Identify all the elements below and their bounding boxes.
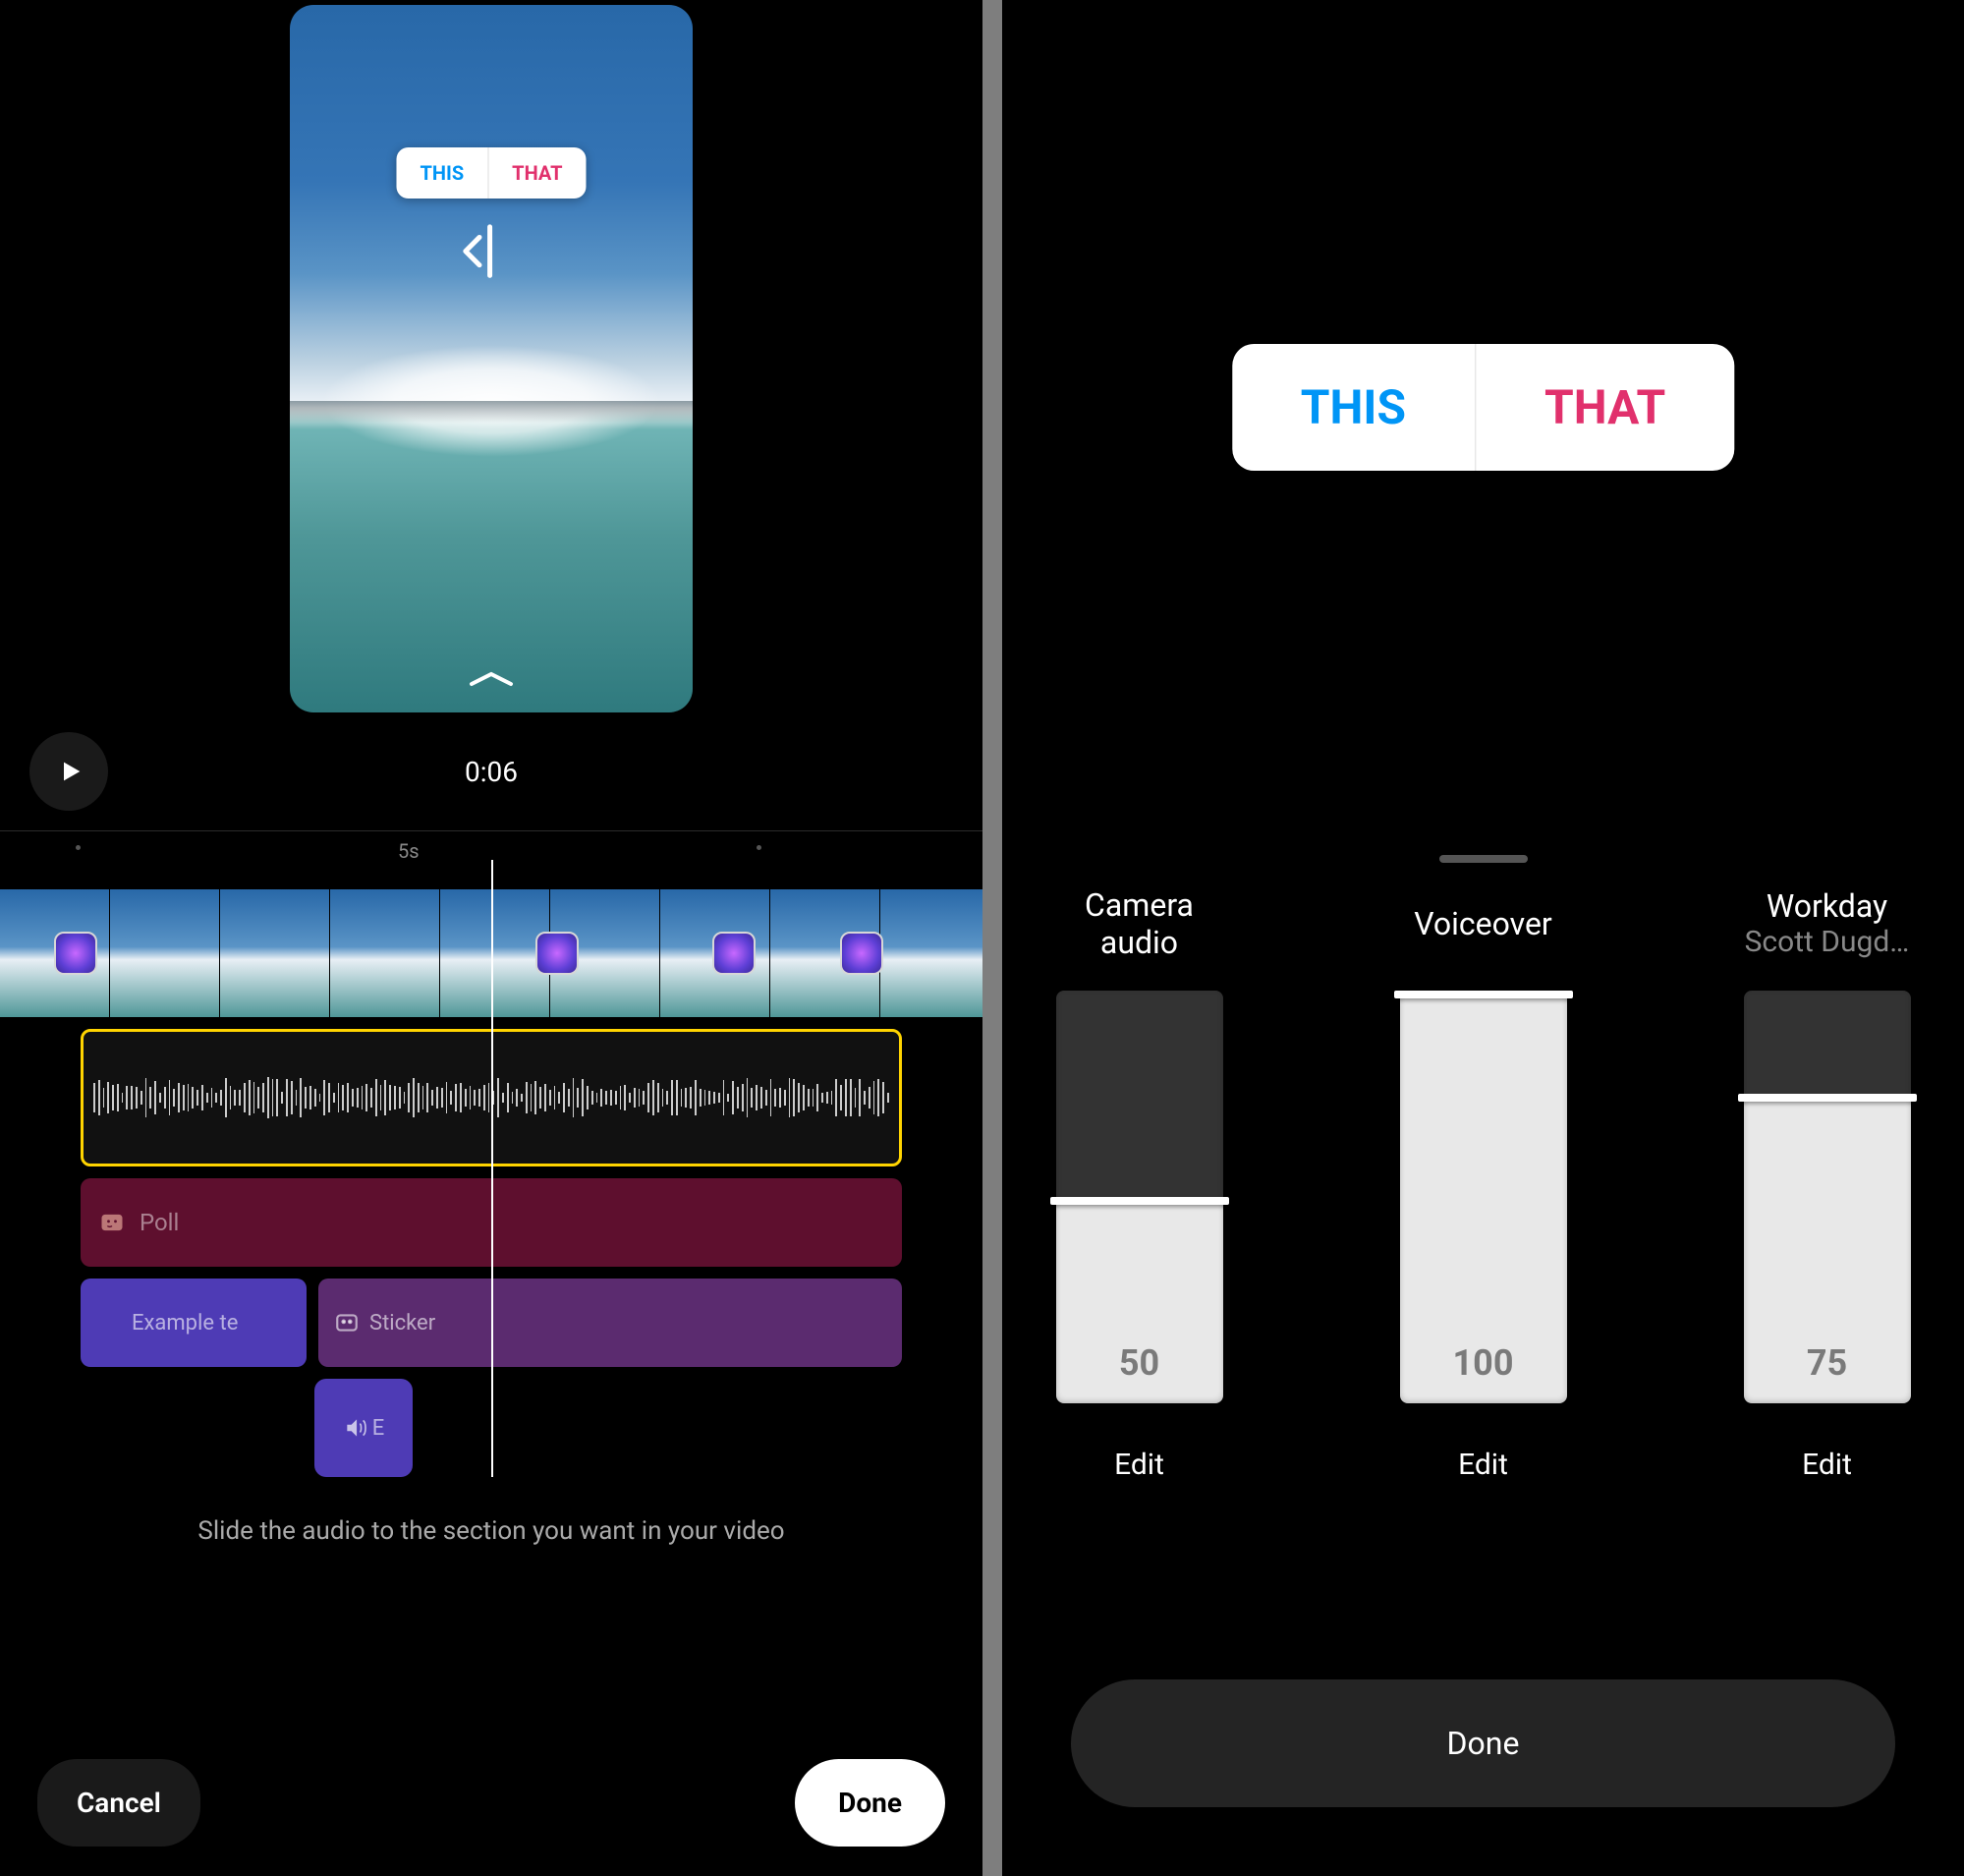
hint-text: Slide the audio to the section you want … [0, 1516, 982, 1546]
bottom-bar: Cancel Done [0, 1759, 982, 1847]
edit-button[interactable]: Edit [1802, 1448, 1852, 1482]
mixer-channel: Cameraaudio 50 Edit [1012, 884, 1267, 1482]
poll-option-2[interactable]: THAT [1476, 344, 1734, 471]
playhead[interactable] [491, 860, 493, 1477]
arrow-sticker[interactable] [448, 209, 534, 296]
thumbnail [440, 889, 550, 1017]
sheet-drag-handle[interactable] [1439, 855, 1528, 863]
thumbnail [880, 889, 982, 1017]
preview-container: THIS THAT [0, 0, 982, 712]
mixer-title: WorkdayScott Dugd… [1745, 884, 1910, 963]
thumbnail [220, 889, 330, 1017]
volume-value: 100 [1453, 1342, 1514, 1403]
sticker-icon [334, 1310, 360, 1336]
effect-gem-icon[interactable] [535, 932, 579, 975]
volume-slider[interactable]: 50 [1056, 991, 1223, 1403]
track-area: Poll Example te Sticker E [0, 889, 982, 1477]
mixer-channel: Voiceover 100 Edit [1356, 884, 1611, 1482]
effect-gem-icon[interactable] [54, 932, 97, 975]
play-icon [57, 758, 84, 785]
effect-gem-icon[interactable] [712, 932, 756, 975]
volume-slider[interactable]: 75 [1744, 991, 1911, 1403]
current-time: 0:06 [465, 756, 518, 788]
sound-clip[interactable]: E [314, 1379, 413, 1477]
edit-button[interactable]: Edit [1114, 1448, 1164, 1482]
done-button[interactable]: Done [1071, 1679, 1895, 1807]
poll-option-1[interactable]: THIS [396, 147, 488, 199]
audio-mixer-screen: THIS THAT Cameraaudio 50 EditVoiceover 1… [1002, 0, 1964, 1876]
timeline-divider [0, 830, 982, 831]
cancel-button[interactable]: Cancel [37, 1759, 200, 1847]
time-label: 5s [398, 839, 420, 863]
thumbnail [330, 889, 440, 1017]
thumbnail [110, 889, 220, 1017]
sticker-track-label: Sticker [369, 1311, 435, 1336]
poll-option-1[interactable]: THIS [1232, 344, 1476, 471]
effect-gem-icon[interactable] [840, 932, 883, 975]
text-icon [96, 1310, 122, 1336]
edit-button[interactable]: Edit [1458, 1448, 1508, 1482]
horizon-decoration [290, 401, 693, 423]
audio-mixers: Cameraaudio 50 EditVoiceover 100 EditWor… [1002, 884, 1964, 1482]
speaker-icon [343, 1415, 368, 1441]
play-button[interactable] [29, 732, 108, 811]
chevron-up-icon[interactable] [467, 669, 516, 693]
video-editor-screen: THIS THAT 0:06 5s [0, 0, 982, 1876]
volume-value: 75 [1807, 1342, 1847, 1403]
mixer-subtitle: Scott Dugd… [1745, 925, 1910, 960]
text-track-label: Example te [132, 1311, 238, 1336]
poll-icon [98, 1209, 126, 1236]
mixer-channel: WorkdayScott Dugd… 75 Edit [1700, 884, 1955, 1482]
done-button[interactable]: Done [795, 1759, 945, 1847]
volume-value: 50 [1119, 1342, 1159, 1403]
poll-sticker-large[interactable]: THIS THAT [1232, 344, 1734, 471]
sound-clip-label: E [372, 1416, 385, 1441]
mixer-title: Voiceover [1414, 884, 1552, 963]
poll-option-2[interactable]: THAT [488, 147, 586, 199]
time-dot [757, 845, 761, 850]
time-dot [76, 845, 81, 850]
timeline: 5s [0, 830, 982, 1477]
text-track[interactable]: Example te [81, 1279, 307, 1367]
playback-row: 0:06 [0, 712, 982, 830]
volume-slider[interactable]: 100 [1400, 991, 1567, 1403]
video-preview[interactable]: THIS THAT [290, 5, 693, 712]
poll-track-label: Poll [140, 1209, 179, 1236]
poll-sticker-preview[interactable]: THIS THAT [396, 147, 586, 199]
sticker-track[interactable]: Sticker [318, 1279, 902, 1367]
mixer-title: Cameraaudio [1085, 884, 1194, 963]
